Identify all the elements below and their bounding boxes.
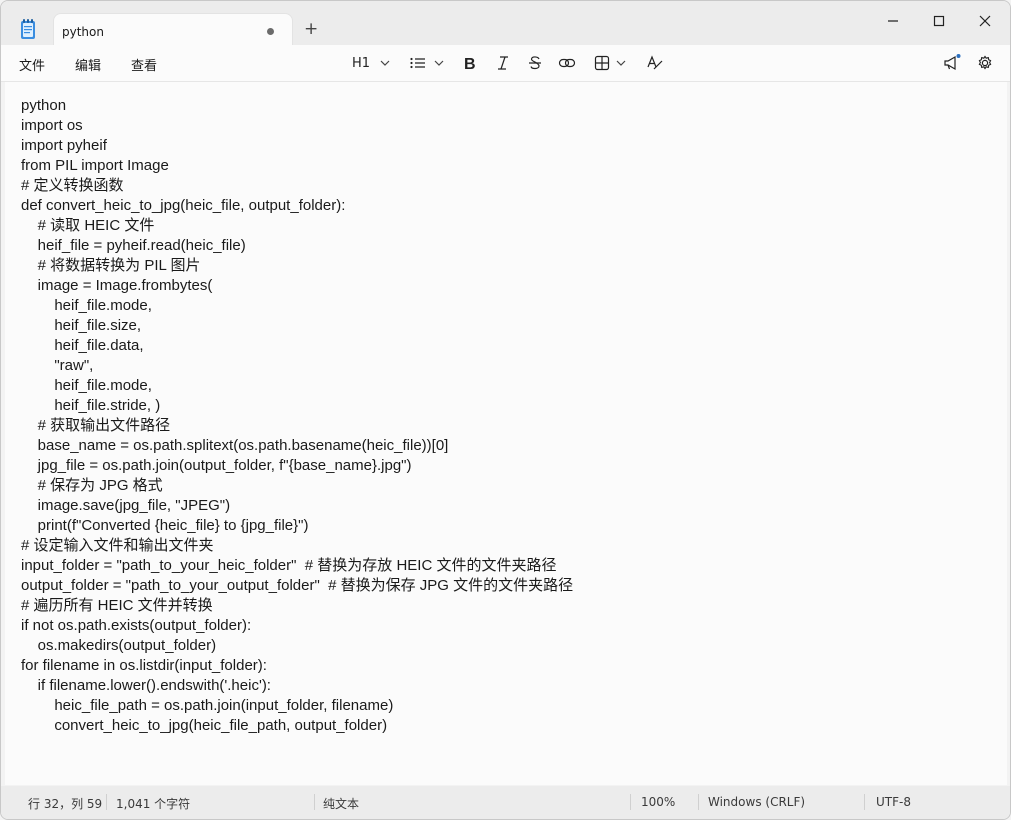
menu-edit[interactable]: 编辑 (75, 55, 101, 74)
code-line: base_name = os.path.splitext(os.path.bas… (21, 437, 449, 454)
unsaved-indicator-icon[interactable] (267, 28, 274, 35)
cursor-position: 行 32，列 59 (28, 797, 103, 811)
heading-dropdown[interactable]: H1 (352, 53, 392, 73)
menu-file[interactable]: 文件 (19, 55, 45, 74)
code-line: heif_file.stride, ) (21, 397, 161, 414)
new-tab-button[interactable]: + (304, 19, 318, 39)
code-line: # 遍历所有 HEIC 文件并转换 (21, 597, 213, 614)
code-line: import os (21, 117, 83, 134)
code-line: print(f"Converted {heic_file} to {jpg_fi… (21, 517, 309, 534)
italic-icon[interactable] (495, 53, 511, 73)
chevron-down-icon (380, 60, 390, 66)
link-icon[interactable] (558, 53, 576, 73)
toolbar: 文件 编辑 查看 H1 B (1, 45, 1010, 82)
list-dropdown[interactable] (409, 53, 446, 73)
table-dropdown[interactable] (594, 53, 628, 73)
code-line: # 读取 HEIC 文件 (21, 217, 155, 234)
code-line: if not os.path.exists(output_folder): (21, 617, 252, 634)
character-count: 1,041 个字符 (116, 797, 191, 811)
code-line: import pyheif (21, 137, 107, 154)
status-bar: 行 32，列 59 1,041 个字符 纯文本 100% Windows (CR… (1, 786, 1010, 819)
strikethrough-icon[interactable] (527, 53, 543, 73)
code-line: jpg_file = os.path.join(output_folder, f… (21, 457, 412, 474)
document-text[interactable]: python import os import pyheif from PIL imp… (21, 96, 573, 736)
text-editor[interactable]: python import os import pyheif from PIL imp… (5, 82, 1007, 785)
code-line: heic_file_path = os.path.join(input_fold… (21, 697, 394, 714)
svg-text:B: B (464, 56, 476, 73)
code-line: from PIL import Image (21, 157, 169, 174)
tab-python[interactable]: python (53, 13, 293, 46)
gear-icon[interactable] (976, 53, 994, 73)
status-divider (864, 794, 865, 810)
code-line: heif_file.mode, (21, 297, 152, 314)
code-line: python (21, 97, 67, 114)
tab-title: python (62, 25, 104, 39)
status-divider (314, 794, 315, 810)
code-line: heif_file.data, (21, 337, 144, 354)
status-divider (106, 794, 107, 810)
code-line: heif_file = pyheif.read(heic_file) (21, 237, 246, 254)
minimize-button[interactable] (883, 13, 903, 29)
code-line: # 将数据转换为 PIL 图片 (21, 257, 201, 274)
chevron-down-icon (616, 60, 626, 66)
code-line: heif_file.size, (21, 317, 142, 334)
code-line: heif_file.mode, (21, 377, 152, 394)
code-line: if filename.lower().endswith('.heic'): (21, 677, 271, 694)
code-line: image = Image.frombytes( (21, 277, 213, 294)
menu-view[interactable]: 查看 (131, 55, 157, 74)
code-line: input_folder = "path_to_your_heic_folder… (21, 557, 557, 574)
code-line: # 设定输入文件和输出文件夹 (21, 537, 214, 554)
code-line: os.makedirs(output_folder) (21, 637, 217, 654)
maximize-button[interactable] (929, 13, 949, 29)
code-line: # 定义转换函数 (21, 177, 124, 194)
status-divider (698, 794, 699, 810)
zoom-level[interactable]: 100% (641, 795, 675, 809)
chevron-down-icon (434, 60, 444, 66)
text-format[interactable]: 纯文本 (323, 795, 359, 812)
encoding[interactable]: UTF-8 (876, 795, 911, 809)
close-button[interactable] (975, 13, 995, 29)
notepad-app-icon (21, 19, 35, 39)
code-line: image.save(jpg_file, "JPEG") (21, 497, 231, 514)
code-line: # 获取输出文件路径 (21, 417, 171, 434)
code-line: "raw", (21, 357, 94, 374)
line-ending[interactable]: Windows (CRLF) (708, 795, 805, 809)
code-line: for filename in os.listdir(input_folder)… (21, 657, 267, 674)
notepad-window: python + 文件 编辑 查看 H1 B python import os … (0, 0, 1011, 820)
list-icon (410, 57, 425, 69)
bold-icon[interactable]: B (462, 53, 478, 73)
table-icon (594, 55, 610, 71)
status-divider (630, 794, 631, 810)
spellcheck-icon[interactable] (646, 53, 664, 73)
code-line: convert_heic_to_jpg(heic_file_path, outp… (21, 717, 388, 734)
megaphone-icon[interactable] (942, 53, 962, 73)
code-line: def convert_heic_to_jpg(heic_file, outpu… (21, 197, 346, 214)
heading-label: H1 (352, 55, 371, 71)
code-line: # 保存为 JPG 格式 (21, 477, 163, 494)
title-bar: python + (1, 1, 1010, 46)
code-line: output_folder = "path_to_your_output_fol… (21, 577, 574, 594)
